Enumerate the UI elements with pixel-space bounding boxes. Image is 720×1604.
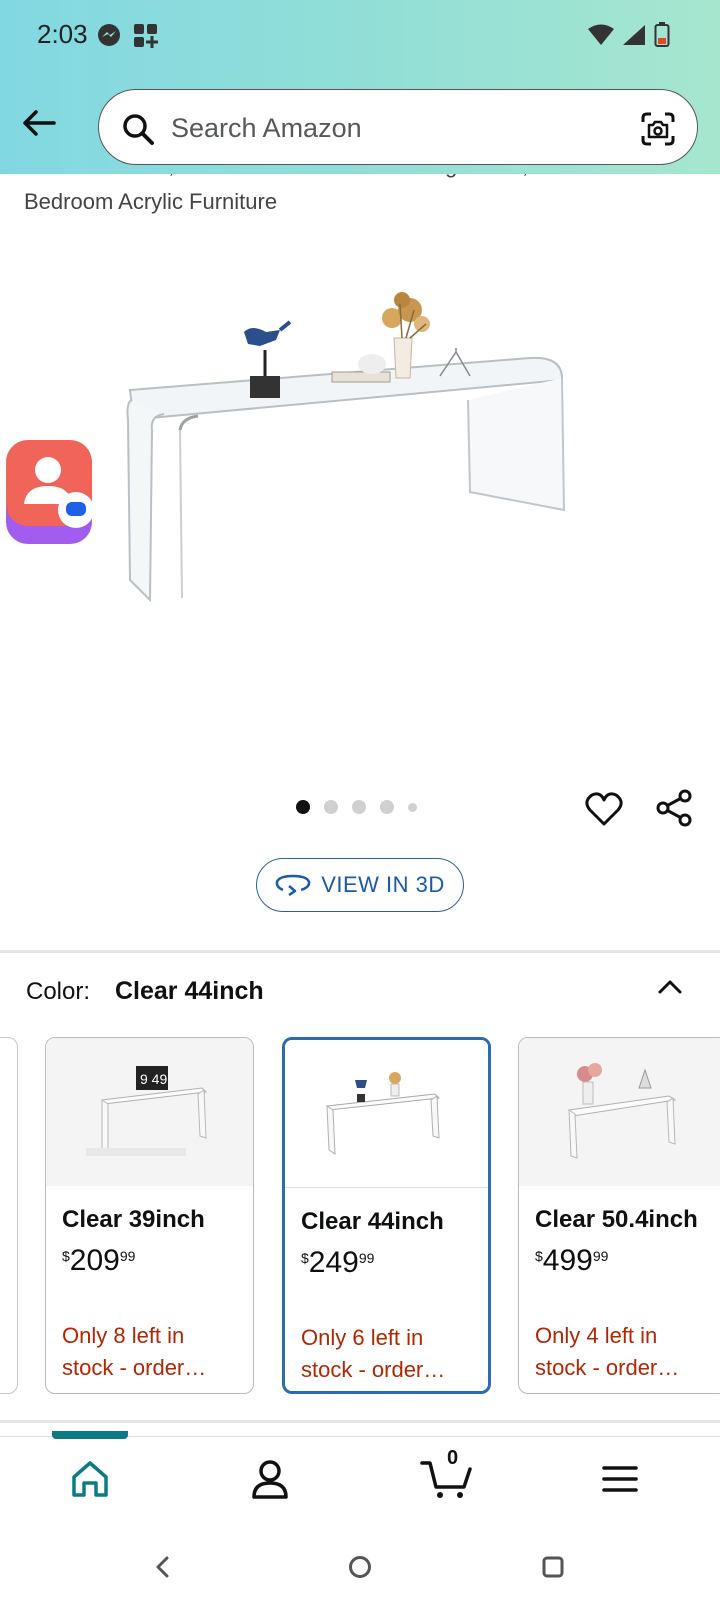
swatch-card-clear-39inch[interactable]: 9 49 Clear 39inch $20999 Only 8 left in … [45, 1037, 254, 1394]
wishlist-button[interactable] [584, 790, 624, 830]
battery-icon [654, 22, 670, 47]
heart-icon [585, 792, 623, 826]
rotate-3d-icon [275, 874, 311, 896]
bottom-navigation [0, 1431, 720, 1532]
messenger-icon [98, 24, 120, 46]
swatch-price: $24999 [301, 1246, 375, 1279]
search-bar[interactable] [98, 89, 698, 165]
system-back-button[interactable] [148, 1552, 178, 1582]
carousel-dot[interactable] [352, 800, 366, 814]
swatch-card-offscreen[interactable] [0, 1037, 18, 1394]
swatch-image: 9 49 [46, 1038, 253, 1186]
nav-menu[interactable] [598, 1457, 642, 1501]
system-recents-button[interactable] [538, 1552, 568, 1582]
floating-contact-bubble[interactable] [4, 440, 96, 548]
swatch-price: $49999 [535, 1244, 609, 1277]
swatch-stock-status: Only 4 left in stock - order… [535, 1323, 680, 1380]
color-selected-value: Clear 44inch [115, 977, 264, 1005]
signal-icon [623, 25, 645, 45]
nav-home[interactable] [68, 1457, 112, 1501]
back-button[interactable] [20, 104, 58, 142]
active-tab-indicator [52, 1431, 128, 1439]
product-title-line: Bedroom Acrylic Furniture [24, 189, 278, 214]
menu-icon [602, 1466, 638, 1492]
nav-account[interactable] [248, 1457, 292, 1501]
system-home-button[interactable] [345, 1552, 375, 1582]
color-label: Color: [26, 978, 91, 1005]
swatch-stock-status: Only 6 left in stock - order… [301, 1325, 446, 1382]
home-icon [72, 1461, 108, 1497]
collapse-color-button[interactable] [654, 970, 686, 1002]
swatch-title: Clear 44inch [301, 1208, 444, 1235]
cart-count-badge: 0 [447, 1447, 459, 1469]
product-image[interactable] [110, 280, 590, 620]
share-button[interactable] [654, 788, 694, 828]
system-back-icon [156, 1556, 169, 1578]
status-right-icons [588, 22, 670, 48]
swatch-card-clear-50-4inch[interactable]: Clear 50.4inch $49999 Only 4 left in sto… [518, 1037, 720, 1394]
camera-scan-icon[interactable] [639, 110, 677, 148]
image-carousel-dots [296, 800, 417, 814]
swatch-price: $20999 [62, 1244, 136, 1277]
search-icon [123, 114, 154, 145]
view-in-3d-button[interactable]: VIEW IN 3D [256, 858, 464, 912]
section-divider [0, 1420, 720, 1423]
system-home-icon [349, 1556, 371, 1578]
carousel-dot[interactable] [296, 800, 310, 814]
back-arrow-icon [23, 110, 56, 136]
account-icon [252, 1460, 288, 1499]
swatch-title: Clear 39inch [62, 1206, 205, 1233]
carousel-dot[interactable] [324, 800, 338, 814]
system-recents-icon [542, 1556, 564, 1578]
system-navigation-bar [0, 1532, 720, 1604]
status-time: 2:03 [37, 19, 88, 49]
swatch-image [285, 1040, 488, 1188]
section-divider [0, 950, 720, 953]
search-input[interactable] [171, 108, 591, 148]
swatch-card-clear-44inch[interactable]: Clear 44inch $24999 Only 6 left in stock… [282, 1037, 491, 1394]
app-header: 2:03 [0, 0, 720, 174]
swatch-image [519, 1038, 720, 1186]
wifi-icon [588, 24, 614, 45]
swatch-title: Clear 50.4inch [535, 1206, 698, 1233]
swatch-stock-status: Only 8 left in stock - order… [62, 1323, 207, 1380]
share-icon [656, 789, 692, 827]
chevron-up-icon [658, 980, 682, 994]
status-left-icons [96, 22, 160, 50]
view-in-3d-label: VIEW IN 3D [321, 872, 445, 897]
carousel-dot[interactable] [380, 800, 394, 814]
widget-plus-icon [134, 24, 158, 48]
svg-text:9 49: 9 49 [140, 1071, 167, 1087]
carousel-dot[interactable] [408, 802, 417, 812]
